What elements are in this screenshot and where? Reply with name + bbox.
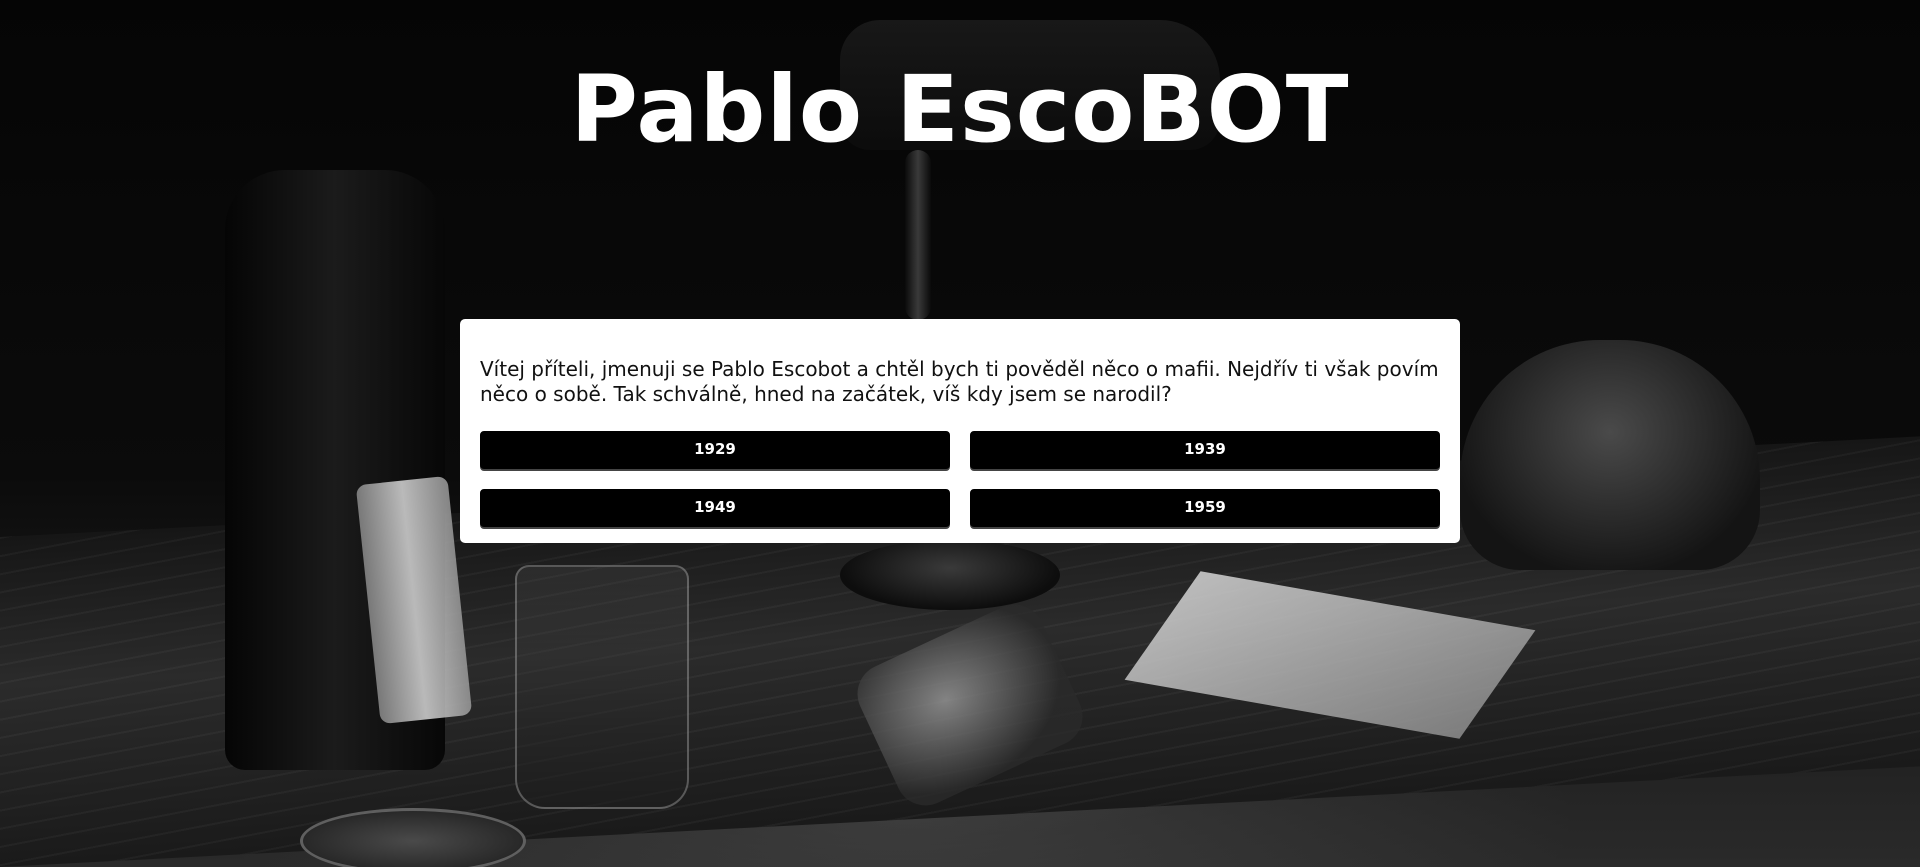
quiz-question: Vítej příteli, jmenuji se Pablo Escobot … (480, 357, 1439, 406)
answer-button-1959[interactable]: 1959 (970, 489, 1440, 527)
lamp-base-image (840, 540, 1060, 610)
glass-image (515, 565, 689, 809)
fedora-hat-image (1460, 340, 1760, 570)
answer-button-1929[interactable]: 1929 (480, 431, 950, 469)
answer-options: 1929 1939 1949 1959 (480, 431, 1440, 527)
page-title: Pablo EscoBOT (570, 56, 1350, 163)
answer-button-1939[interactable]: 1939 (970, 431, 1440, 469)
ashtray-image (300, 808, 526, 867)
answer-button-1949[interactable]: 1949 (480, 489, 950, 527)
background-scene: Pablo EscoBOT Vítej příteli, jmenuji se … (0, 0, 1920, 867)
lamp-arm-image (905, 150, 931, 320)
quiz-card: Vítej příteli, jmenuji se Pablo Escobot … (460, 319, 1460, 543)
